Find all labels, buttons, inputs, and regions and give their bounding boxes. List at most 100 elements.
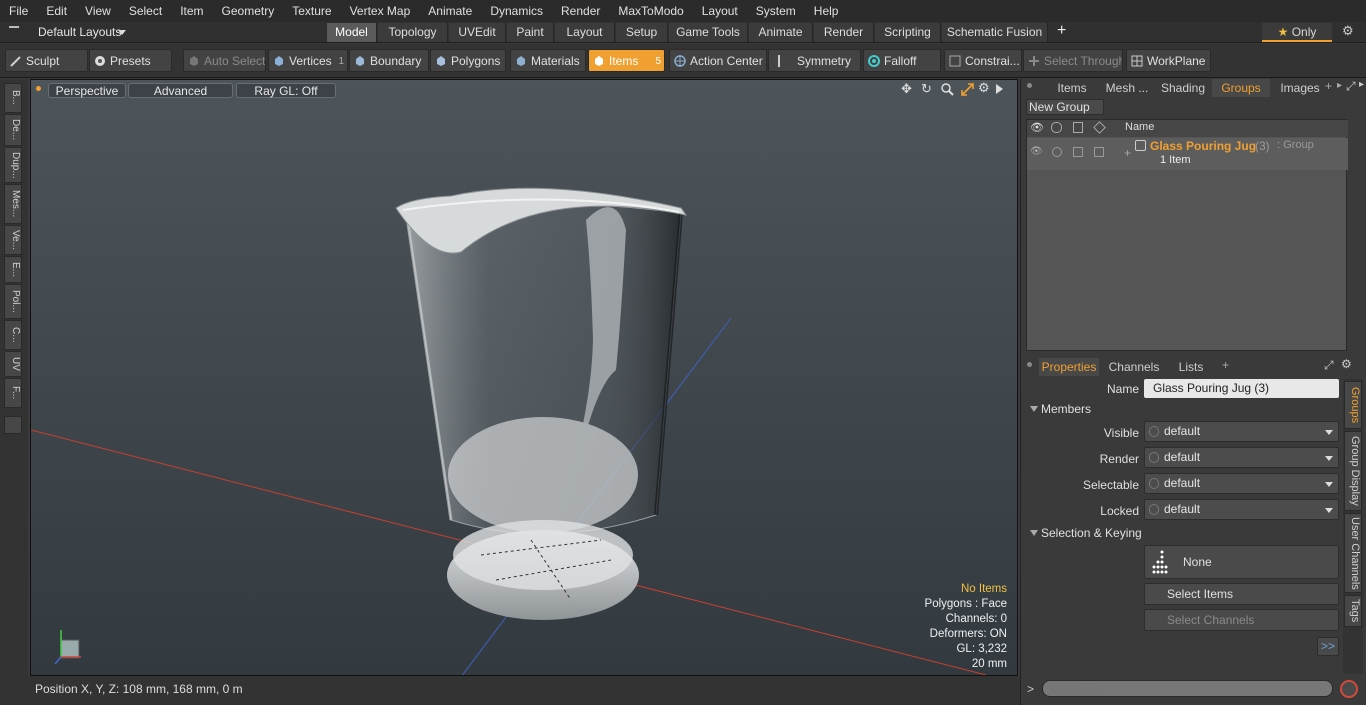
collapse-icon[interactable] <box>9 26 19 36</box>
boundary-button[interactable]: Boundary <box>349 49 429 72</box>
select-channels-button[interactable]: Select Channels <box>1144 609 1339 631</box>
props-menu-dot-icon[interactable] <box>1027 362 1032 367</box>
tab-properties[interactable]: Properties <box>1039 358 1099 376</box>
select-items-button[interactable]: Select Items <box>1144 583 1339 605</box>
eye-icon[interactable]: 👁 <box>1030 121 1044 134</box>
tab-animate[interactable]: Animate <box>749 23 813 42</box>
panel-options-icon[interactable]: ▸ <box>1337 80 1342 91</box>
only-toggle[interactable]: ★ Only <box>1262 23 1332 42</box>
menu-help[interactable]: Help <box>805 4 848 18</box>
left-tab-fusion[interactable]: F... <box>4 378 22 408</box>
table-row[interactable]: 👁 + Glass Pouring Jug (3) : Group 1 Item <box>1027 138 1348 170</box>
gear-icon[interactable]: ⚙ <box>1342 23 1354 39</box>
tab-game-tools[interactable]: Game Tools <box>669 23 748 42</box>
menu-geometry[interactable]: Geometry <box>213 4 284 18</box>
side-tab-group-display[interactable]: Group Display <box>1344 431 1362 511</box>
render-dropdown[interactable]: default <box>1144 447 1339 468</box>
side-tab-user-channels[interactable]: User Channels <box>1344 513 1362 593</box>
scene-canvas[interactable] <box>31 80 1018 676</box>
tab-topology[interactable]: Topology <box>378 23 448 42</box>
action-center-button[interactable]: Action Center <box>669 49 767 72</box>
tab-groups[interactable]: Groups <box>1212 79 1270 97</box>
menu-dynamics[interactable]: Dynamics <box>481 4 552 18</box>
menu-vertex-map[interactable]: Vertex Map <box>341 4 420 18</box>
tab-paint[interactable]: Paint <box>507 23 554 42</box>
menu-item[interactable]: Item <box>171 4 212 18</box>
tab-mesh[interactable]: Mesh ... <box>1101 79 1153 97</box>
name-field[interactable]: Glass Pouring Jug (3) <box>1144 379 1339 398</box>
menu-edit[interactable]: Edit <box>37 4 76 18</box>
falloff-button[interactable]: Falloff <box>863 49 941 72</box>
command-input[interactable] <box>1042 680 1333 697</box>
left-tab-deform[interactable]: De... <box>4 114 22 146</box>
sculpt-button[interactable]: Sculpt <box>5 49 88 72</box>
select-through-button[interactable]: Select Through <box>1023 49 1123 72</box>
tab-schematic-fusion[interactable]: Schematic Fusion <box>942 23 1048 42</box>
tab-shading[interactable]: Shading <box>1154 79 1212 97</box>
left-tab-basic[interactable]: B... <box>4 83 22 113</box>
auto-select-button[interactable]: Auto Select <box>183 49 266 72</box>
tab-setup[interactable]: Setup <box>616 23 668 42</box>
menu-view[interactable]: View <box>76 4 120 18</box>
add-props-tab-icon[interactable]: + <box>1222 358 1229 372</box>
props-gear-icon[interactable]: ⚙ <box>1341 357 1352 371</box>
left-tab-more[interactable] <box>4 416 22 434</box>
vertices-button[interactable]: Vertices 1 <box>268 49 348 72</box>
3d-viewport[interactable]: Perspective Advanced Ray GL: Off ✥ ↻ ⚙ N… <box>30 79 1018 676</box>
menu-layout[interactable]: Layout <box>693 4 747 18</box>
tab-items[interactable]: Items <box>1043 79 1101 97</box>
tab-uvedit[interactable]: UVEdit <box>449 23 506 42</box>
menu-texture[interactable]: Texture <box>283 4 340 18</box>
panel-collapse-icon[interactable]: ▸ <box>1359 79 1364 90</box>
lock-icon[interactable] <box>1073 122 1083 133</box>
row-eye-icon[interactable]: 👁 <box>1030 146 1043 157</box>
props-expand-icon[interactable]: ⤢ <box>1324 358 1334 373</box>
menu-file[interactable]: File <box>0 4 37 18</box>
members-section[interactable]: Members <box>1027 401 1345 418</box>
symmetry-button[interactable]: Symmetry <box>768 49 861 72</box>
presets-button[interactable]: Presets <box>89 49 172 72</box>
row-select-icon[interactable] <box>1094 147 1104 157</box>
side-tab-tags[interactable]: Tags <box>1344 595 1362 627</box>
left-tab-duplicate[interactable]: Dup... <box>4 147 22 183</box>
add-tab-icon[interactable]: + <box>1057 22 1066 40</box>
tab-lists[interactable]: Lists <box>1167 358 1215 376</box>
left-tab-uv[interactable]: UV <box>4 351 22 377</box>
tab-scripting[interactable]: Scripting <box>875 23 941 42</box>
constraints-button[interactable]: Constrai... <box>944 49 1022 72</box>
add-panel-tab-icon[interactable]: + <box>1325 79 1332 93</box>
panel-menu-dot-icon[interactable] <box>1027 83 1032 88</box>
left-tab-edge[interactable]: E... <box>4 256 22 283</box>
polygons-button[interactable]: Polygons <box>430 49 506 72</box>
left-tab-vertex[interactable]: Ve... <box>4 225 22 255</box>
menu-select[interactable]: Select <box>120 4 171 18</box>
selection-keying-section[interactable]: Selection & Keying <box>1027 525 1345 542</box>
left-tab-curve[interactable]: C... <box>4 320 22 350</box>
row-lock-icon[interactable] <box>1073 147 1083 157</box>
row-render-icon[interactable] <box>1052 147 1062 157</box>
materials-button[interactable]: Materials <box>510 49 586 72</box>
selectable-icon[interactable] <box>1093 121 1106 134</box>
new-group-button[interactable]: New Group <box>1026 99 1104 115</box>
more-button[interactable]: >> <box>1317 637 1339 656</box>
tab-images[interactable]: Images <box>1271 79 1329 97</box>
left-tab-mesh-edit[interactable]: Mes... <box>4 184 22 224</box>
workplane-button[interactable]: WorkPlane <box>1126 49 1211 72</box>
items-button[interactable]: Items 5 <box>588 49 665 72</box>
locked-dropdown[interactable]: default <box>1144 499 1339 520</box>
expand-row-icon[interactable]: + <box>1124 146 1131 160</box>
tab-layout[interactable]: Layout <box>555 23 615 42</box>
record-icon[interactable] <box>1340 680 1358 698</box>
menu-render[interactable]: Render <box>552 4 609 18</box>
tab-channels[interactable]: Channels <box>1103 358 1165 376</box>
tab-render[interactable]: Render <box>814 23 874 42</box>
menu-maxtomodo[interactable]: MaxToModo <box>609 4 692 18</box>
side-tab-groups[interactable]: Groups <box>1344 381 1362 429</box>
default-layouts-dropdown[interactable]: Default Layouts <box>38 25 121 39</box>
selectable-dropdown[interactable]: default <box>1144 473 1339 494</box>
none-button[interactable]: None <box>1144 545 1339 579</box>
panel-expand-icon[interactable]: ⤢ <box>1346 79 1356 94</box>
menu-animate[interactable]: Animate <box>419 4 481 18</box>
left-tab-polygon[interactable]: Pol... <box>4 284 22 319</box>
chevron-down-icon[interactable] <box>118 30 126 35</box>
